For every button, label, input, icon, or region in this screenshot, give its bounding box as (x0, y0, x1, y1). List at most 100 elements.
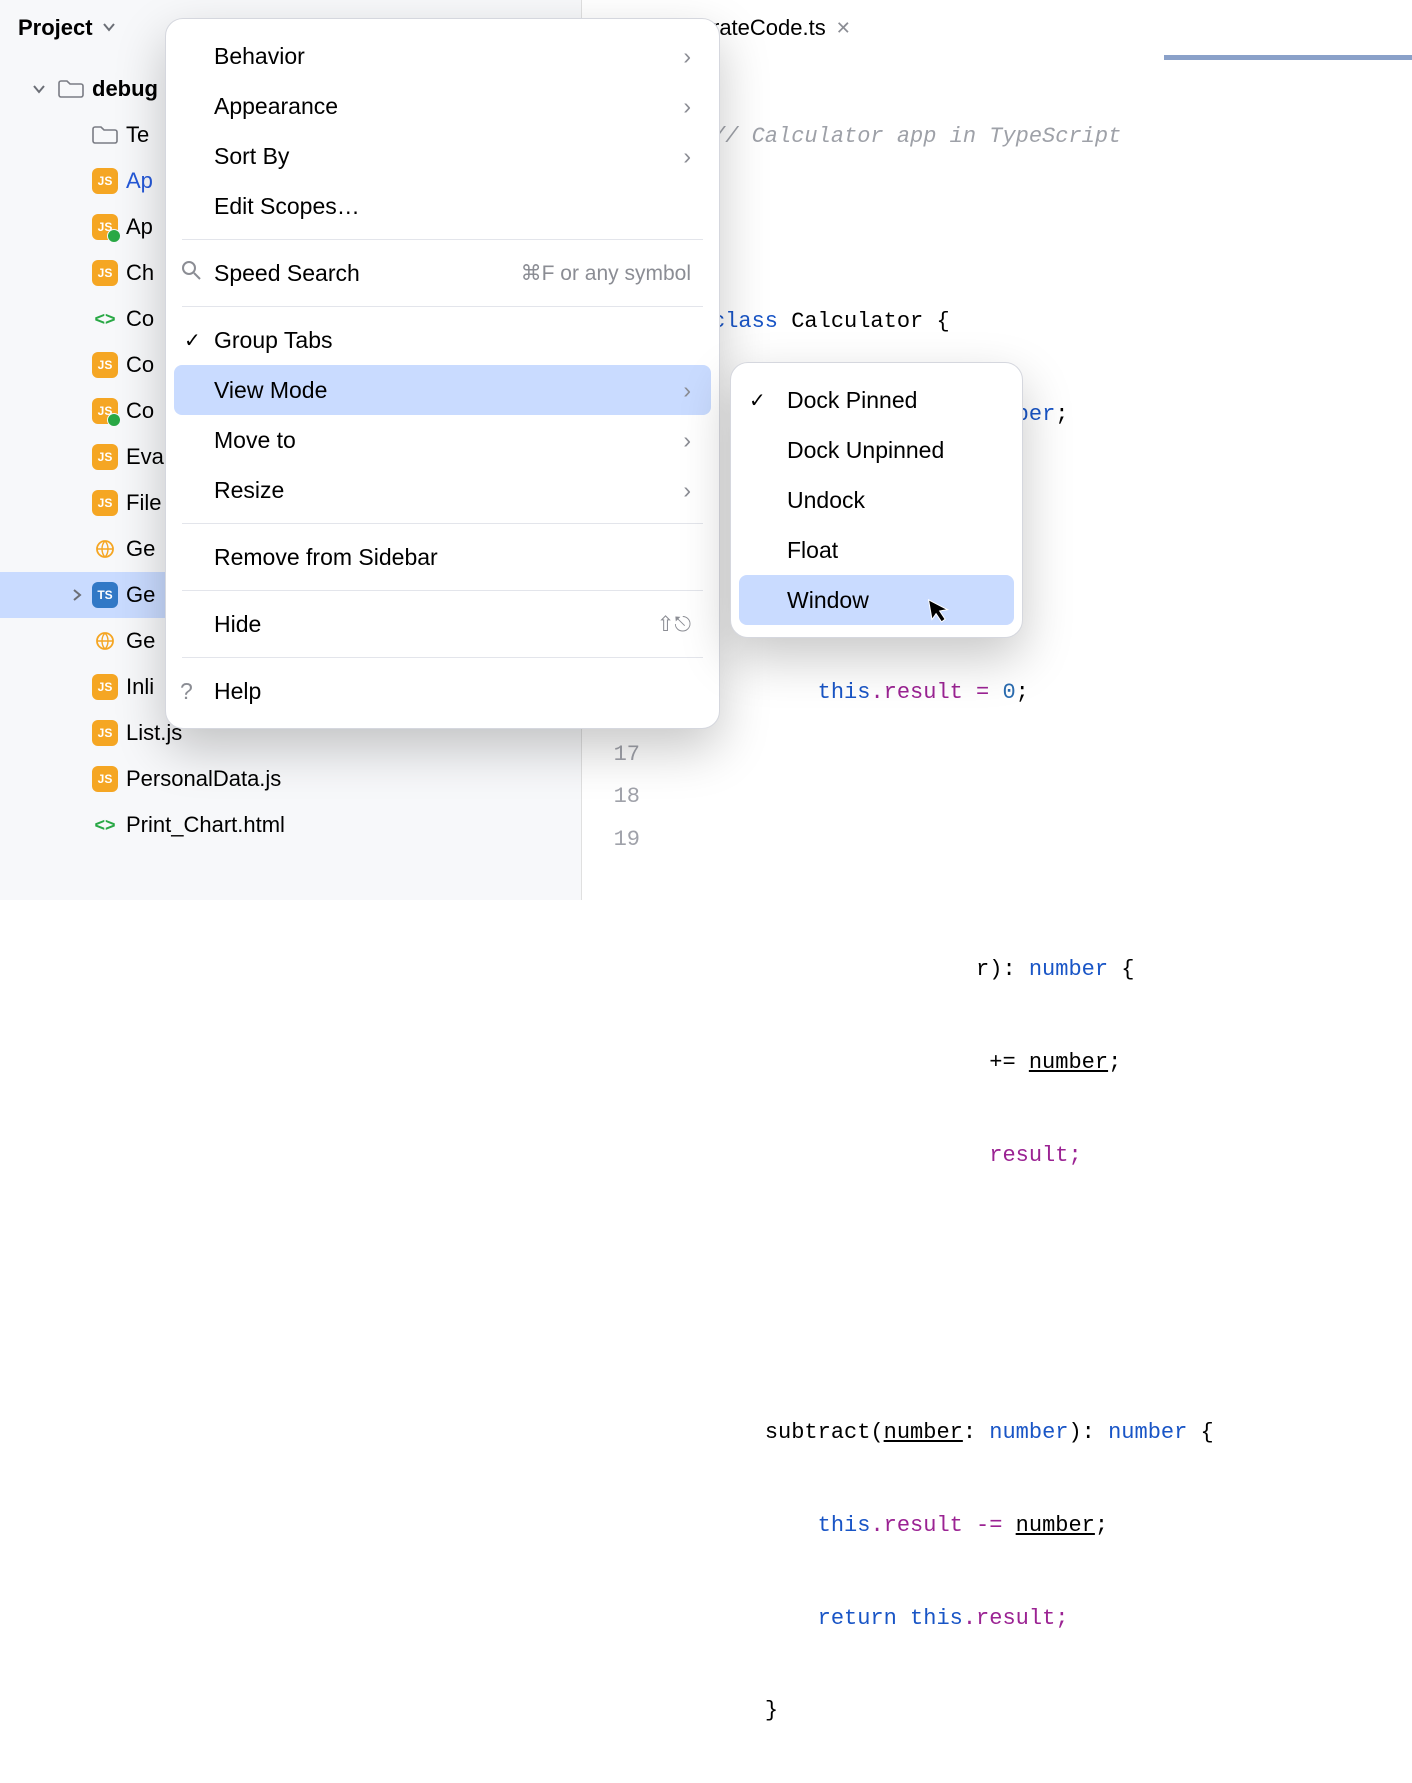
menu-item-resize[interactable]: Resize › (166, 465, 719, 515)
search-icon (180, 259, 202, 287)
menu-separator (182, 306, 703, 307)
menu-item-undock[interactable]: Undock (731, 475, 1022, 525)
menu-item-float[interactable]: Float (731, 525, 1022, 575)
help-icon: ? (180, 678, 193, 705)
tree-label: debug (92, 76, 158, 102)
code-type: number (989, 1420, 1068, 1445)
code-type: number (1108, 1420, 1187, 1445)
tree-label: Print_Chart.html (126, 812, 285, 838)
html-file-icon: <> (92, 306, 118, 332)
tree-item[interactable]: JS PersonalData.js (0, 756, 581, 802)
menu-label: Resize (214, 477, 284, 504)
line-number: 19 (582, 819, 658, 862)
chevron-right-icon: › (683, 93, 691, 120)
menu-label: Sort By (214, 143, 289, 170)
tree-label: Inli (126, 674, 154, 700)
menu-label: Appearance (214, 93, 338, 120)
chevron-right-icon: › (683, 143, 691, 170)
menu-item-speed-search[interactable]: Speed Search ⌘F or any symbol (166, 248, 719, 298)
chevron-down-icon (101, 15, 117, 41)
chevron-right-icon: › (683, 377, 691, 404)
tree-label: Te (126, 122, 149, 148)
menu-label: Remove from Sidebar (214, 544, 438, 571)
folder-icon (58, 79, 84, 99)
code-text: : (963, 1420, 989, 1445)
code-text: .result; (963, 1606, 1069, 1631)
menu-item-appearance[interactable]: Appearance › (166, 81, 719, 131)
code-keyword: return (818, 1606, 910, 1631)
code-number: 0 (1002, 680, 1015, 705)
menu-separator (182, 523, 703, 524)
code-text: { (1108, 957, 1134, 982)
code-type: number (1029, 957, 1108, 982)
js-test-file-icon: JS (92, 398, 118, 424)
code-keyword: this (910, 1606, 963, 1631)
code-keyword: class (712, 309, 778, 334)
menu-item-sort-by[interactable]: Sort By › (166, 131, 719, 181)
folder-icon (92, 125, 118, 145)
menu-item-behavior[interactable]: Behavior › (166, 31, 719, 81)
menu-item-group-tabs[interactable]: ✓ Group Tabs (166, 315, 719, 365)
menu-item-view-mode[interactable]: View Mode › (174, 365, 711, 415)
js-file-icon: JS (92, 444, 118, 470)
code-text: ; (1108, 1050, 1121, 1075)
menu-separator (182, 590, 703, 591)
menu-label: Edit Scopes… (214, 193, 360, 220)
js-file-icon: JS (92, 490, 118, 516)
code-text: .result = (870, 680, 1002, 705)
menu-item-remove-from-sidebar[interactable]: Remove from Sidebar (166, 532, 719, 582)
code-text: ; (1095, 1513, 1108, 1538)
tree-label: Co (126, 398, 154, 424)
js-file-icon: JS (92, 766, 118, 792)
code-text: { (1187, 1420, 1213, 1445)
code-text: Calculator { (778, 309, 950, 334)
code-param: number (884, 1420, 963, 1445)
code-text: r): (976, 957, 1029, 982)
tab-active-indicator (1164, 55, 1412, 60)
code-keyword: this (818, 1513, 871, 1538)
code-text: += (989, 1050, 1029, 1075)
tree-item[interactable]: <> Print_Chart.html (0, 802, 581, 848)
menu-label: Hide (214, 611, 261, 638)
menu-item-hide[interactable]: Hide ⇧⎋ (166, 599, 719, 649)
code-comment: // Calculator app in TypeScript (712, 124, 1121, 149)
ts-file-icon: TS (92, 582, 118, 608)
code-area[interactable]: // Calculator app in TypeScript class Ca… (712, 66, 1214, 1783)
js-file-icon: JS (92, 168, 118, 194)
menu-item-window[interactable]: Window (739, 575, 1014, 625)
sidebar-title: Project (18, 15, 93, 41)
close-icon[interactable]: ✕ (836, 18, 851, 39)
context-menu: Behavior › Appearance › Sort By › Edit S… (165, 18, 720, 729)
code-text: ; (1016, 680, 1029, 705)
menu-item-edit-scopes[interactable]: Edit Scopes… (166, 181, 719, 231)
menu-item-dock-unpinned[interactable]: Dock Unpinned (731, 425, 1022, 475)
tab-label: rateCode.ts (712, 15, 826, 41)
code-ident: number (1029, 1050, 1108, 1075)
menu-item-help[interactable]: ? Help (166, 666, 719, 716)
menu-shortcut: ⌘F or any symbol (521, 261, 691, 286)
tree-label: File (126, 490, 161, 516)
menu-label: Behavior (214, 43, 305, 70)
tree-label: Eva (126, 444, 164, 470)
menu-label: Float (787, 537, 838, 564)
js-file-icon: JS (92, 720, 118, 746)
check-icon: ✓ (184, 328, 201, 353)
view-mode-submenu: ✓ Dock Pinned Dock Unpinned Undock Float… (730, 362, 1023, 638)
tree-label: Ch (126, 260, 154, 286)
editor-tab[interactable]: rateCode.ts ✕ (712, 0, 851, 56)
menu-item-move-to[interactable]: Move to › (166, 415, 719, 465)
menu-label: Dock Pinned (787, 387, 917, 414)
menu-shortcut: ⇧⎋ (657, 612, 691, 637)
code-text: } (765, 1698, 778, 1723)
code-text: ; (1055, 402, 1068, 427)
http-file-icon (92, 628, 118, 654)
tree-label: Ge (126, 582, 155, 608)
chevron-right-icon: › (683, 43, 691, 70)
js-file-icon: JS (92, 674, 118, 700)
line-number: 18 (582, 776, 658, 819)
code-text: subtract( (765, 1420, 884, 1445)
chevron-down-icon (32, 82, 46, 96)
js-file-icon: JS (92, 352, 118, 378)
menu-item-dock-pinned[interactable]: ✓ Dock Pinned (731, 375, 1022, 425)
code-keyword: this (818, 680, 871, 705)
